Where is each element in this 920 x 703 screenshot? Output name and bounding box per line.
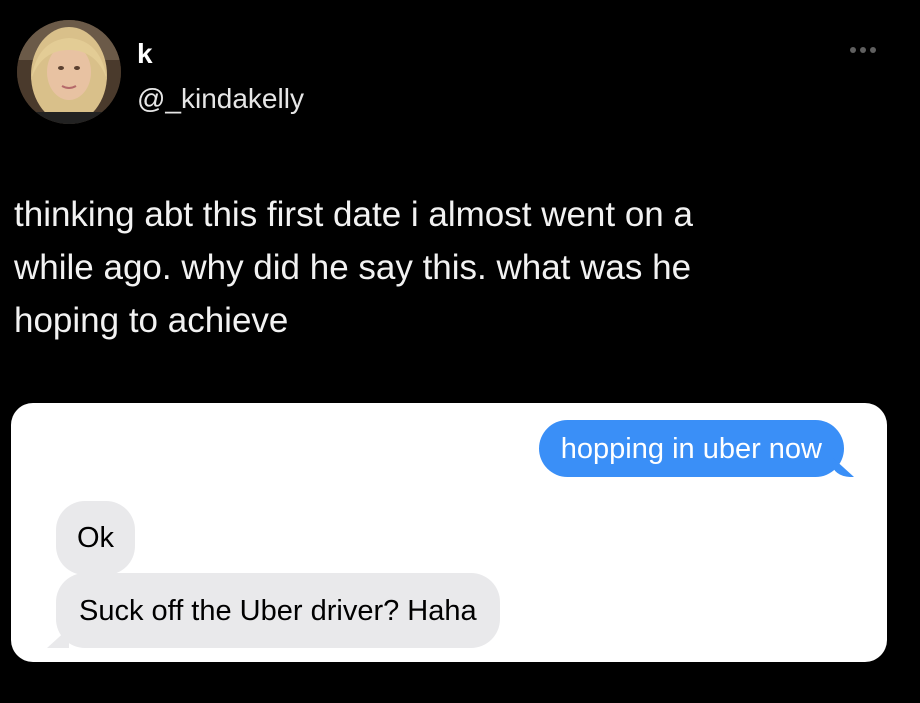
message-bubble-received: Ok	[56, 501, 136, 575]
chat-screenshot: hopping in uber now Ok Suck off the Uber…	[11, 403, 887, 662]
profile-photo-icon	[17, 20, 121, 124]
message-bubble-sent: hopping in uber now	[538, 420, 844, 477]
more-horizontal-icon[interactable]	[850, 44, 884, 56]
display-name[interactable]: k	[137, 38, 153, 70]
message-bubble-received: Suck off the Uber driver? Haha	[56, 573, 500, 648]
tweet-text: thinking abt this first date i almost we…	[14, 195, 693, 340]
dot	[870, 47, 876, 53]
tweet-card: k @_kindakelly thinking abt this first d…	[0, 0, 920, 703]
dot	[860, 47, 866, 53]
user-handle[interactable]: @_kindakelly	[137, 82, 304, 116]
dot	[850, 47, 856, 53]
avatar[interactable]	[17, 20, 121, 124]
